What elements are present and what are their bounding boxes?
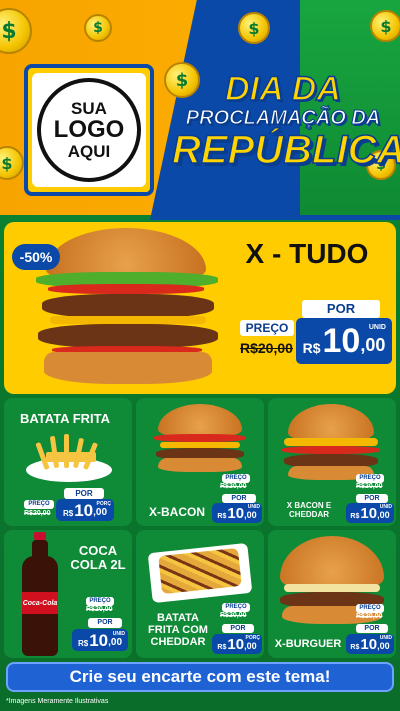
x-bacon-cheddar-image	[276, 404, 386, 480]
logo-placeholder[interactable]: SUA LOGO AQUI	[24, 64, 154, 196]
old-price: R$20,00	[86, 606, 113, 613]
por-label: POR	[64, 488, 104, 499]
por-label: POR	[356, 624, 388, 633]
preco-label: PREÇO	[222, 474, 250, 483]
price-main: R$ 10 ,00 UNID	[346, 634, 394, 654]
logo-line2: LOGO	[53, 116, 125, 144]
product-name: COCA COLA 2L	[70, 543, 126, 573]
preco-label: PREÇO	[86, 597, 114, 606]
coca-cola-bottle-image: Coca-Cola	[20, 532, 60, 656]
por-label: POR	[302, 300, 380, 318]
featured-name: X - TUDO	[245, 238, 369, 269]
old-price: R$20,00	[220, 483, 247, 490]
price-main: R$ 10 ,00 UNID	[212, 503, 262, 523]
preco-label: PREÇO	[356, 474, 384, 483]
title-line1: DIA DA	[224, 70, 341, 108]
bottle-label: Coca-Cola	[22, 592, 58, 614]
preco-label: PREÇO	[24, 500, 54, 509]
por-label: POR	[222, 624, 254, 633]
title-line2: PROCLAMAÇÃO DA	[185, 107, 381, 129]
discount-badge: -50%	[12, 244, 60, 270]
page-title: DIA DA PROCLAMAÇÃO DA REPÚBLICA	[171, 70, 400, 172]
product-name: BATATA FRITA	[20, 411, 111, 426]
preco-label: PREÇO	[222, 603, 250, 612]
old-price: R$20,00	[356, 613, 383, 620]
cta-button[interactable]: Crie seu encarte com este tema!	[6, 662, 394, 692]
product-name: BATATA FRITA COM CHEDDAR	[148, 612, 208, 649]
coin-icon: $	[370, 10, 400, 42]
old-price: R$20,00	[356, 483, 383, 490]
por-label: POR	[88, 618, 122, 628]
title-line3: REPÚBLICA	[171, 128, 400, 172]
price-main: R$ 10 ,00 UNID	[296, 318, 392, 364]
product-name: X BACON E CHEDDAR	[286, 501, 332, 519]
product-name: X-BACON	[149, 505, 205, 519]
fries-cheddar-image	[147, 538, 253, 604]
price-main: R$ 10 ,00 PORÇ	[212, 634, 262, 654]
old-price: R$20,00	[220, 612, 247, 619]
logo-line3: AQUI	[67, 141, 111, 161]
price-main: R$ 10 ,00 PORÇ	[56, 499, 114, 521]
x-bacon-image	[150, 404, 250, 474]
logo-circle: SUA LOGO AQUI	[37, 78, 141, 182]
preco-label: PREÇO	[356, 604, 384, 613]
preco-label: PREÇO	[240, 320, 294, 336]
price-main: R$ 10 ,00 UNID	[72, 629, 128, 651]
product-name: X-BURGUER	[274, 638, 342, 650]
old-price: R$20,00	[24, 510, 51, 517]
footnote: *Imagens Meramente Ilustrativas	[6, 698, 109, 705]
coin-icon: $	[238, 12, 270, 44]
price-main: R$ 10 ,00 UNID	[346, 503, 394, 523]
coin-icon: $	[84, 14, 112, 42]
fries-image	[26, 432, 112, 484]
por-label: POR	[222, 494, 256, 503]
old-price: R$20,00	[240, 340, 293, 356]
logo-line1: SUA	[71, 98, 107, 118]
por-label: POR	[356, 494, 388, 503]
